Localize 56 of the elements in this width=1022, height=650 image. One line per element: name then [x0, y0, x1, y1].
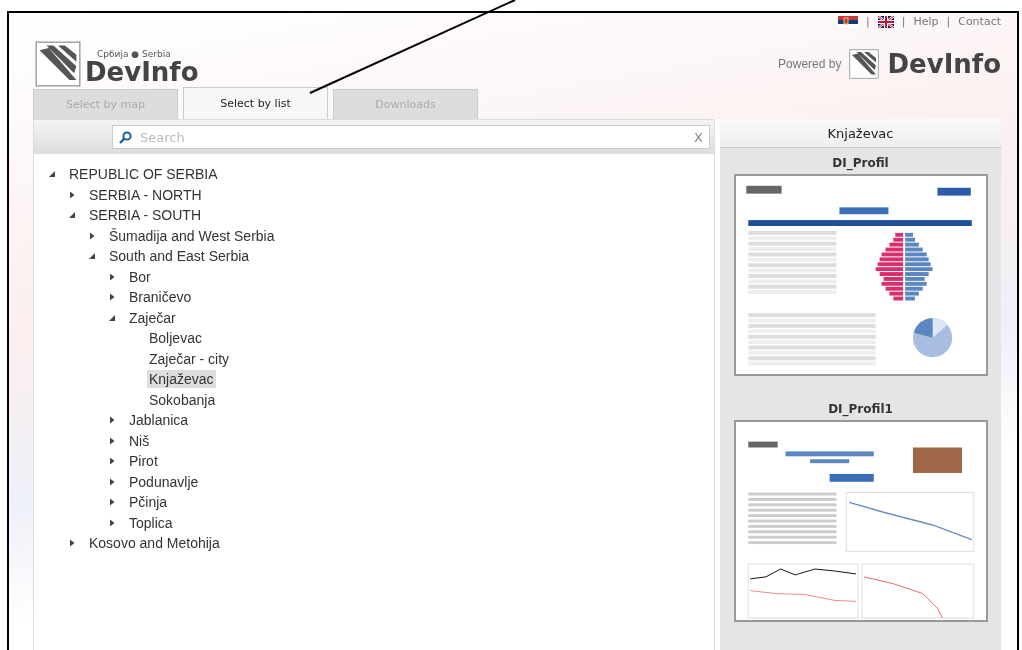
search-icon [119, 130, 132, 144]
expand-toggle-icon[interactable] [108, 272, 116, 281]
tree-item[interactable]: Zaječar [127, 308, 178, 327]
tree-item[interactable]: REPUBLIC OF SERBIA [67, 165, 220, 184]
logo-mark-icon [35, 41, 81, 87]
header-link[interactable]: Contact [958, 15, 1001, 28]
collapse-toggle-icon[interactable] [48, 170, 56, 179]
tree-item[interactable]: Šumadija and West Serbia [107, 226, 277, 245]
brand-name: DevInfo [85, 59, 199, 85]
collapse-toggle-icon[interactable] [88, 252, 96, 261]
expand-toggle-icon[interactable] [88, 231, 96, 240]
document-title: DI_Profil [832, 156, 889, 170]
tab[interactable]: Select by list [183, 87, 328, 119]
tree-item[interactable]: SERBIA - NORTH [87, 185, 204, 204]
powered-by-label: Powered by [778, 57, 842, 71]
tree-item[interactable]: South and East Serbia [107, 247, 252, 266]
expand-toggle-icon[interactable] [108, 436, 116, 445]
document-title: DI_Profil1 [828, 402, 893, 416]
collapse-toggle-icon[interactable] [68, 211, 76, 220]
separator: | [865, 15, 870, 28]
union-flag-icon[interactable] [877, 15, 894, 28]
expand-toggle-icon[interactable] [108, 416, 116, 425]
separator: | [946, 15, 951, 28]
tree-item[interactable]: Kosovo and Metohija [87, 534, 222, 553]
panel-title: Knjaževac [720, 119, 1001, 148]
tree-item[interactable]: Jablanica [127, 411, 191, 430]
clear-button[interactable]: X [694, 129, 703, 145]
tree-item[interactable]: Pčinja [127, 493, 170, 512]
tricolor-flag-icon[interactable] [837, 15, 858, 28]
expand-toggle-icon[interactable] [108, 293, 116, 302]
document-thumbnail-drawing[interactable] [733, 174, 988, 376]
collapse-toggle-icon[interactable] [108, 313, 116, 322]
expand-toggle-icon[interactable] [108, 477, 116, 486]
header-link[interactable]: Help [913, 15, 939, 28]
brand-name: DevInfo [887, 51, 1001, 77]
tree-item[interactable]: Zaječar - city [147, 349, 232, 368]
expand-toggle-icon[interactable] [108, 457, 116, 466]
search-field[interactable]: Search X [112, 125, 710, 149]
tree-item[interactable]: Boljevac [147, 329, 204, 348]
tree-item[interactable]: Bor [127, 267, 153, 286]
tree-item[interactable]: Niš [127, 431, 152, 450]
separator: | [901, 15, 906, 28]
tree-item[interactable]: Podunavlje [127, 472, 201, 491]
expand-toggle-icon[interactable] [68, 539, 76, 548]
country-label: Србија ● Serbia [97, 49, 172, 59]
tree-item[interactable]: Pirot [127, 452, 160, 471]
expand-toggle-icon[interactable] [108, 498, 116, 507]
tree-item[interactable]: Braničevo [127, 288, 194, 307]
tree-item[interactable]: Sokobanja [147, 390, 218, 409]
document-thumbnail-drawing[interactable] [733, 420, 988, 622]
expand-toggle-icon[interactable] [68, 190, 76, 199]
logo-mark-icon [849, 49, 880, 79]
tree-item[interactable]: Knjaževac [147, 370, 216, 389]
tree-item[interactable]: SERBIA - SOUTH [87, 206, 204, 225]
tree-item[interactable]: Toplica [127, 513, 175, 532]
expand-toggle-icon[interactable] [108, 518, 116, 527]
